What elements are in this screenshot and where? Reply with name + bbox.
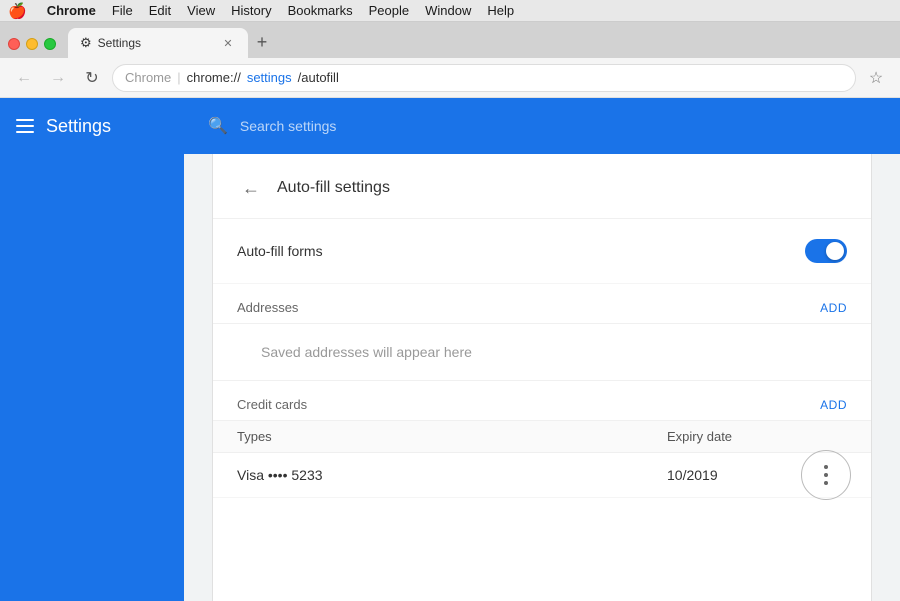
sidebar-header: Settings xyxy=(0,98,184,154)
autofill-forms-label: Auto-fill forms xyxy=(237,243,805,259)
add-card-button[interactable]: ADD xyxy=(820,398,847,412)
addresses-section-header: Addresses ADD xyxy=(213,284,871,324)
settings-tab-label: Settings xyxy=(98,36,141,50)
tab-bar: ⚙ Settings ✕ + xyxy=(0,22,900,58)
autofill-forms-row: Auto-fill forms xyxy=(213,219,871,284)
add-address-button[interactable]: ADD xyxy=(820,301,847,315)
minimize-button[interactable] xyxy=(26,38,38,50)
settings-tab-icon: ⚙ xyxy=(80,35,92,51)
menu-chrome[interactable]: Chrome xyxy=(39,3,104,18)
credit-cards-section-header: Credit cards ADD xyxy=(213,381,871,421)
traffic-lights xyxy=(8,38,56,50)
menu-bar: Chrome File Edit View History Bookmarks … xyxy=(39,3,522,18)
search-icon: 🔍 xyxy=(208,116,228,136)
settings-wrapper: Settings 🔍 Search settings ← Auto-fill s… xyxy=(0,98,900,601)
addresses-empty-message: Saved addresses will appear here xyxy=(213,324,871,381)
menu-edit[interactable]: Edit xyxy=(141,3,179,18)
new-tab-button[interactable]: + xyxy=(248,28,276,56)
menu-people[interactable]: People xyxy=(361,3,417,18)
addresses-label: Addresses xyxy=(237,300,820,315)
settings-tab[interactable]: ⚙ Settings ✕ xyxy=(68,28,248,58)
back-nav-button[interactable]: ← xyxy=(10,64,38,92)
search-input[interactable]: Search settings xyxy=(240,118,337,134)
hamburger-line-2 xyxy=(16,125,34,127)
title-bar: 🍎 Chrome File Edit View History Bookmark… xyxy=(0,0,900,22)
dot-1 xyxy=(824,465,828,469)
tab-close-button[interactable]: ✕ xyxy=(220,35,236,51)
menu-file[interactable]: File xyxy=(104,3,141,18)
nav-bar: ← → ↻ Chrome | chrome:// settings/autofil… xyxy=(0,58,900,98)
url-prefix: chrome:// xyxy=(187,70,241,85)
reload-button[interactable]: ↻ xyxy=(78,64,106,92)
dots-inner xyxy=(824,465,828,485)
hamburger-line-1 xyxy=(16,119,34,121)
apple-icon: 🍎 xyxy=(8,2,27,20)
menu-view[interactable]: View xyxy=(179,3,223,18)
sidebar-spacer xyxy=(0,98,184,601)
forward-nav-button[interactable]: → xyxy=(44,64,72,92)
col-expiry-header: Expiry date xyxy=(667,429,787,444)
page-title: Auto-fill settings xyxy=(277,179,390,197)
autofill-forms-toggle[interactable] xyxy=(805,239,847,263)
settings-top-row: Settings 🔍 Search settings xyxy=(0,98,900,154)
chrome-label: Chrome xyxy=(125,70,171,85)
menu-window[interactable]: Window xyxy=(417,3,479,18)
url-bold: settings xyxy=(247,70,292,85)
menu-history[interactable]: History xyxy=(223,3,279,18)
close-button[interactable] xyxy=(8,38,20,50)
toggle-track xyxy=(805,239,847,263)
dot-3 xyxy=(824,481,828,485)
settings-sidebar: Settings xyxy=(0,98,184,154)
toggle-thumb xyxy=(826,242,844,260)
card-options-button[interactable] xyxy=(801,450,851,500)
card-expiry: 10/2019 xyxy=(667,467,787,483)
hamburger-line-3 xyxy=(16,131,34,133)
settings-main: ← Auto-fill settings Auto-fill forms Add… xyxy=(184,98,900,601)
search-bar-wrapper: 🔍 Search settings xyxy=(184,98,900,154)
cards-table-header: Types Expiry date xyxy=(213,421,871,453)
back-button[interactable]: ← xyxy=(237,174,265,202)
sidebar-title: Settings xyxy=(46,116,111,137)
maximize-button[interactable] xyxy=(44,38,56,50)
hamburger-menu[interactable] xyxy=(16,119,34,133)
bookmark-button[interactable]: ☆ xyxy=(862,64,890,92)
credit-cards-label: Credit cards xyxy=(237,397,820,412)
dot-2 xyxy=(824,473,828,477)
col-types-header: Types xyxy=(237,429,667,444)
card-name: Visa •••• 5233 xyxy=(237,467,667,483)
separator: | xyxy=(177,70,180,85)
menu-bookmarks[interactable]: Bookmarks xyxy=(280,3,361,18)
menu-help[interactable]: Help xyxy=(479,3,522,18)
page-header: ← Auto-fill settings xyxy=(213,154,871,219)
settings-content: ← Auto-fill settings Auto-fill forms Add… xyxy=(212,98,872,601)
card-row: Visa •••• 5233 10/2019 xyxy=(213,453,871,498)
address-bar[interactable]: Chrome | chrome:// settings/autofill xyxy=(112,64,856,92)
url-suffix: /autofill xyxy=(298,70,339,85)
